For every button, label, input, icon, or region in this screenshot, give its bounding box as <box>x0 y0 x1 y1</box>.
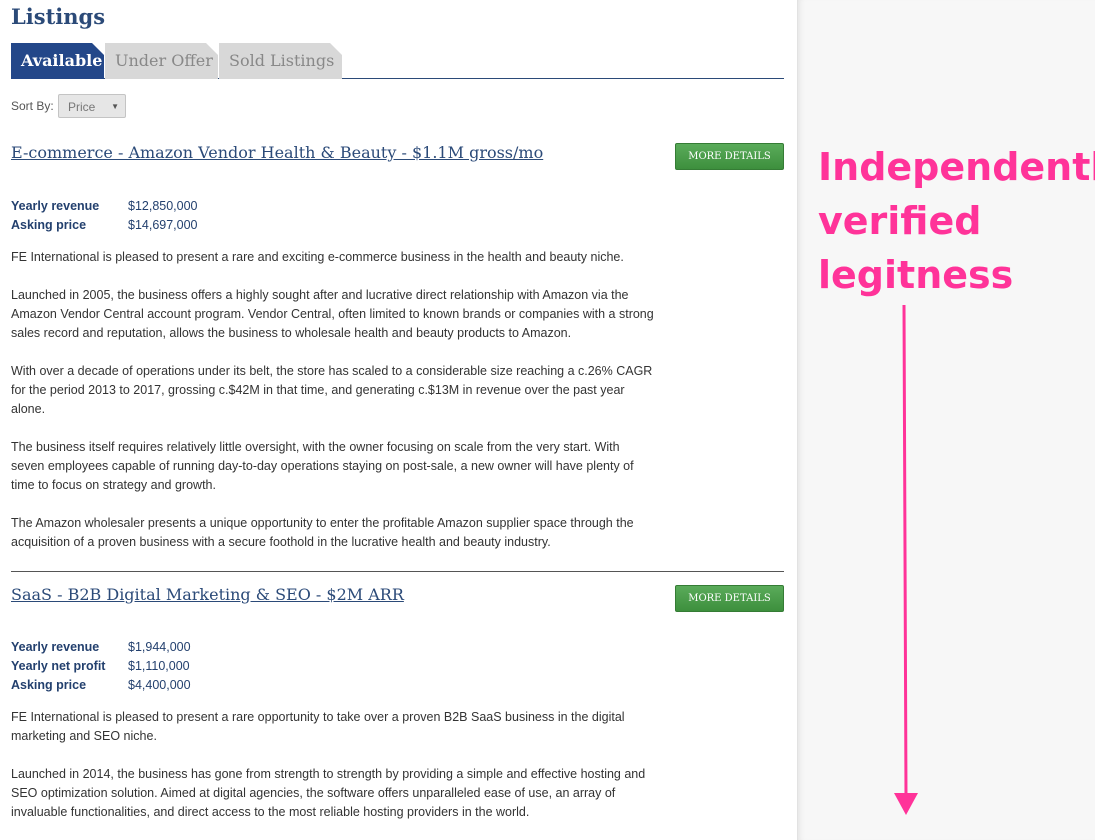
annotation-line: legitness <box>818 253 1014 297</box>
listing-tabs: Available Under Offer Sold Listings <box>11 43 784 79</box>
stat-label: Asking price <box>11 678 87 692</box>
tab-sold-listings[interactable]: Sold Listings <box>219 43 342 79</box>
stat-value: $14,697,000 <box>128 218 198 232</box>
listing-divider <box>11 571 784 572</box>
stat-label: Yearly revenue <box>11 199 100 213</box>
listing-description-2: FE International is pleased to present a… <box>11 708 656 840</box>
annotation-line: Independently <box>818 145 1095 189</box>
more-details-button-1[interactable]: MORE DETAILS <box>675 143 784 170</box>
stat-value: $12,850,000 <box>128 199 198 213</box>
annotation-text: Independently verified legitness <box>818 140 1095 302</box>
description-paragraph: The business itself requires relatively … <box>11 440 634 492</box>
arrow-down-icon <box>894 305 918 815</box>
listings-panel: Listings Available Under Offer Sold List… <box>0 0 797 840</box>
sort-select[interactable]: Price ▼ <box>58 94 126 118</box>
page-title: Listings <box>11 4 106 29</box>
sort-selected-value: Price <box>68 100 96 114</box>
stat-label: Asking price <box>11 218 87 232</box>
stat-value: $1,110,000 <box>128 659 190 673</box>
description-paragraph: Launched in 2005, the business offers a … <box>11 288 654 340</box>
description-paragraph: Launched in 2014, the business has gone … <box>11 767 646 819</box>
stat-label: Yearly net profit <box>11 659 106 673</box>
more-details-button-2[interactable]: MORE DETAILS <box>675 585 784 612</box>
annotation-line: verified <box>818 199 982 243</box>
caret-down-icon: ▼ <box>111 102 119 111</box>
description-paragraph: FE International is pleased to present a… <box>11 710 625 743</box>
tab-under-offer[interactable]: Under Offer <box>105 43 218 79</box>
listing-title-1[interactable]: E-commerce - Amazon Vendor Health & Beau… <box>11 143 543 162</box>
listing-description-1: FE International is pleased to present a… <box>11 248 656 571</box>
description-paragraph: FE International is pleased to present a… <box>11 250 624 264</box>
right-sidebar <box>797 0 1095 840</box>
sort-label: Sort By: <box>11 99 54 113</box>
tab-available[interactable]: Available <box>11 43 104 79</box>
stat-value: $1,944,000 <box>128 640 191 654</box>
description-paragraph: The Amazon wholesaler presents a unique … <box>11 516 634 549</box>
stat-value: $4,400,000 <box>128 678 191 692</box>
description-paragraph: With over a decade of operations under i… <box>11 364 653 416</box>
stat-label: Yearly revenue <box>11 640 100 654</box>
listing-title-2[interactable]: SaaS - B2B Digital Marketing & SEO - $2M… <box>11 585 404 604</box>
